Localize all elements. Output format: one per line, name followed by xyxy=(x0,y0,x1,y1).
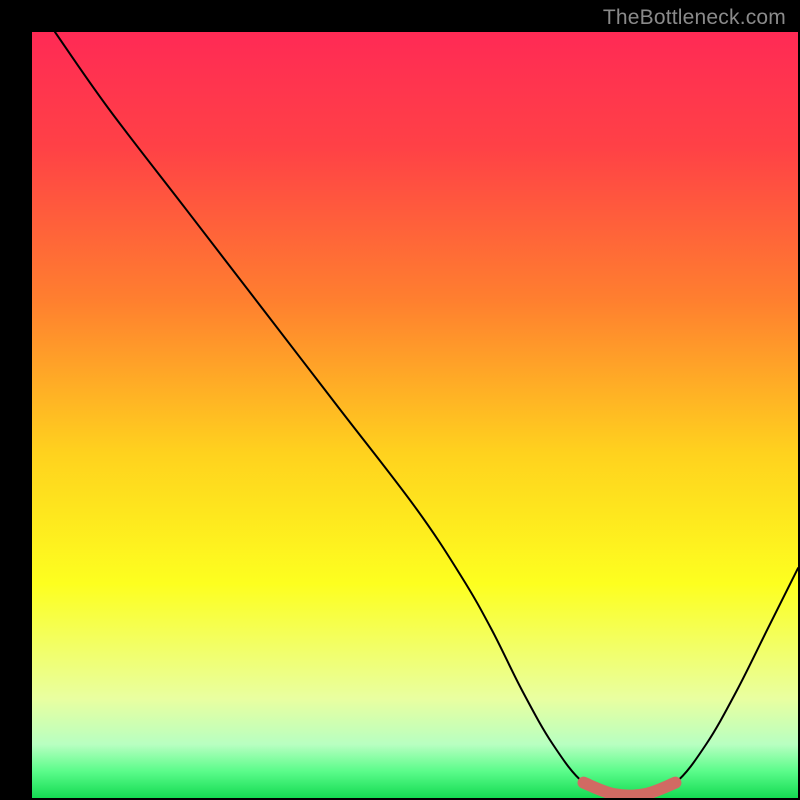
chart-stage: TheBottleneck.com xyxy=(0,0,800,800)
bottleneck-chart xyxy=(0,0,800,800)
attribution-label: TheBottleneck.com xyxy=(603,6,786,30)
gradient-background xyxy=(32,32,798,798)
